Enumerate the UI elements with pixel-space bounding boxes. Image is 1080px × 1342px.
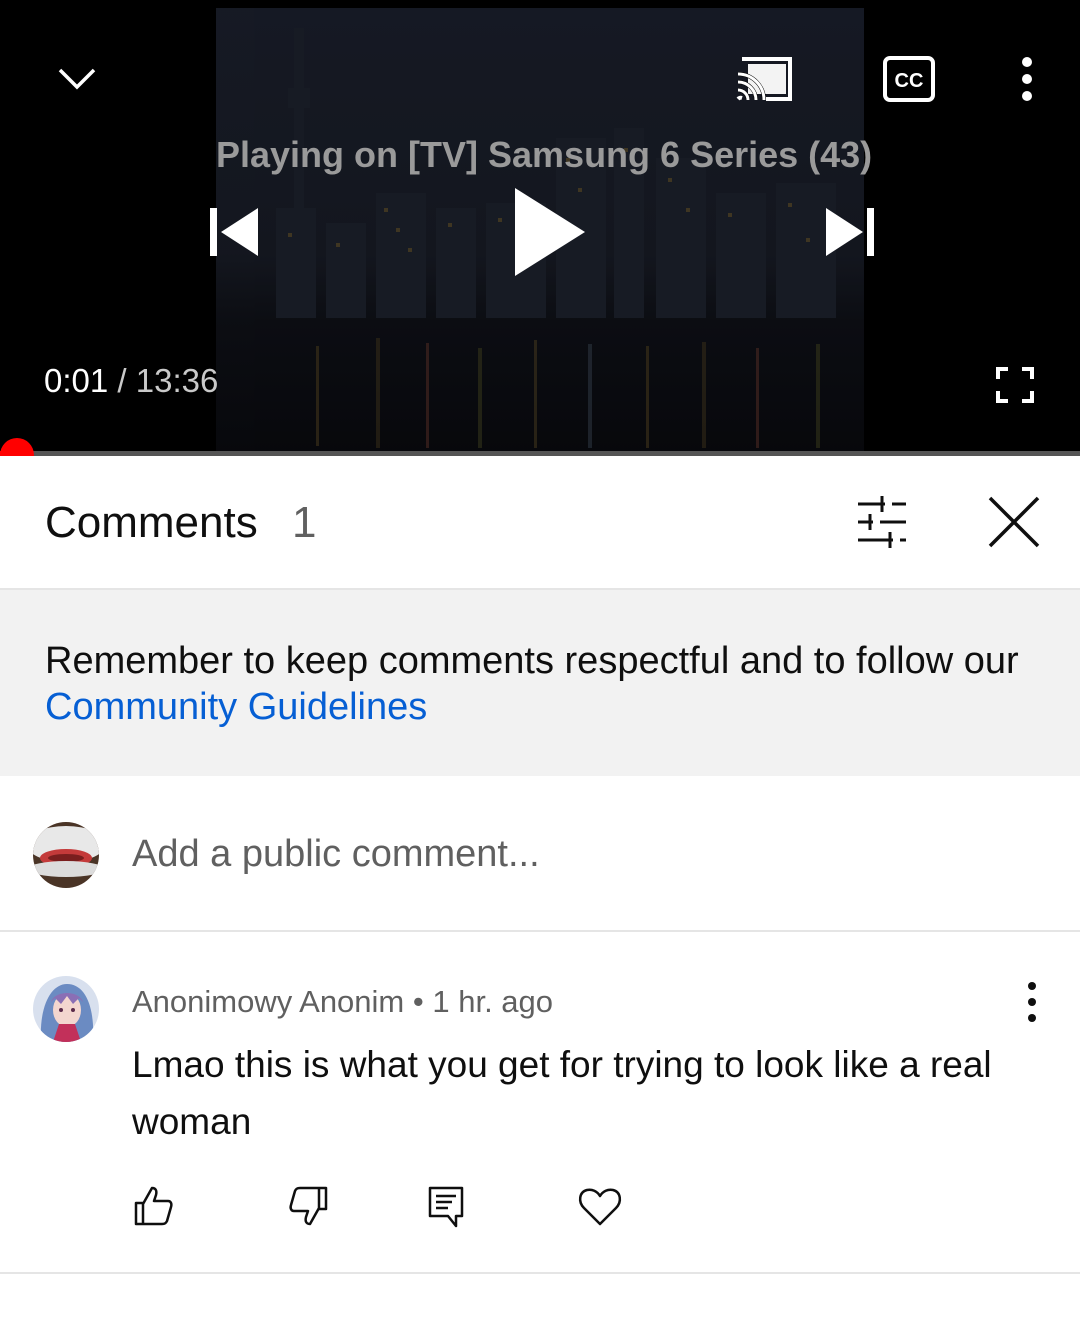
skip-previous-icon: [210, 208, 258, 256]
sort-comments-button[interactable]: [852, 494, 912, 550]
like-icon: [134, 1186, 173, 1226]
avatar[interactable]: [33, 976, 99, 1042]
comment-more-button[interactable]: [1012, 980, 1052, 1024]
comments-count: 1: [292, 498, 317, 547]
captions-button[interactable]: CC: [878, 50, 940, 108]
add-comment-row: [0, 776, 1080, 932]
current-time: 0:01: [44, 362, 109, 399]
skip-next-icon: [826, 208, 874, 256]
next-button[interactable]: [812, 196, 888, 268]
heart-button[interactable]: [576, 1182, 624, 1230]
comment-text: Lmao this is what you get for trying to …: [132, 1044, 992, 1142]
comment-meta: Anonimowy Anonim • 1 hr. ago: [132, 984, 553, 1020]
notice-text: Remember to keep comments respectful and…: [45, 640, 1019, 682]
time-separator: /: [117, 362, 127, 399]
comments-header: Comments 1: [0, 456, 1080, 590]
cast-button[interactable]: [730, 50, 800, 108]
time-display: 0:01 / 13:36: [44, 362, 218, 400]
fullscreen-button[interactable]: [990, 360, 1040, 410]
closed-captions-icon: CC: [883, 56, 935, 102]
play-button[interactable]: [500, 176, 600, 288]
dislike-button[interactable]: [284, 1182, 332, 1230]
svg-text:CC: CC: [895, 70, 924, 92]
more-vert-icon: [1028, 982, 1036, 1022]
comment-author[interactable]: Anonimowy Anonim: [132, 984, 404, 1019]
meta-dot: •: [412, 984, 424, 1019]
cast-status: Playing on [TV] Samsung 6 Series (43): [216, 134, 873, 175]
close-comments-button[interactable]: [984, 494, 1044, 550]
progress-scrubber[interactable]: [0, 438, 34, 456]
reply-button[interactable]: [422, 1182, 470, 1230]
community-notice: Remember to keep comments respectful and…: [0, 590, 1080, 776]
like-button[interactable]: [130, 1182, 178, 1230]
comments-title: Comments: [45, 498, 258, 547]
close-icon: [988, 496, 1040, 548]
chevron-down-icon: [58, 68, 96, 90]
previous-button[interactable]: [196, 196, 272, 268]
community-guidelines-link[interactable]: Community Guidelines: [45, 686, 427, 728]
avatar: [33, 822, 99, 888]
comment-input[interactable]: [132, 826, 1012, 882]
video-player[interactable]: CC Playing on [TV] Samsung 6 Series (43)…: [0, 0, 1080, 456]
duration: 13:36: [135, 362, 219, 399]
comment-time: 1 hr. ago: [432, 984, 554, 1019]
fullscreen-icon: [996, 367, 1034, 403]
heart-icon: [578, 1188, 622, 1226]
reply-icon: [428, 1186, 464, 1228]
dislike-icon: [289, 1186, 328, 1226]
player-more-button[interactable]: [1006, 50, 1048, 108]
play-icon: [515, 188, 585, 276]
tune-icon: [858, 496, 906, 548]
comment-item: Anonimowy Anonim • 1 hr. ago Lmao this i…: [0, 932, 1080, 1274]
cast-icon: [736, 57, 792, 101]
more-vert-icon: [1022, 57, 1032, 101]
collapse-button[interactable]: [46, 54, 108, 104]
